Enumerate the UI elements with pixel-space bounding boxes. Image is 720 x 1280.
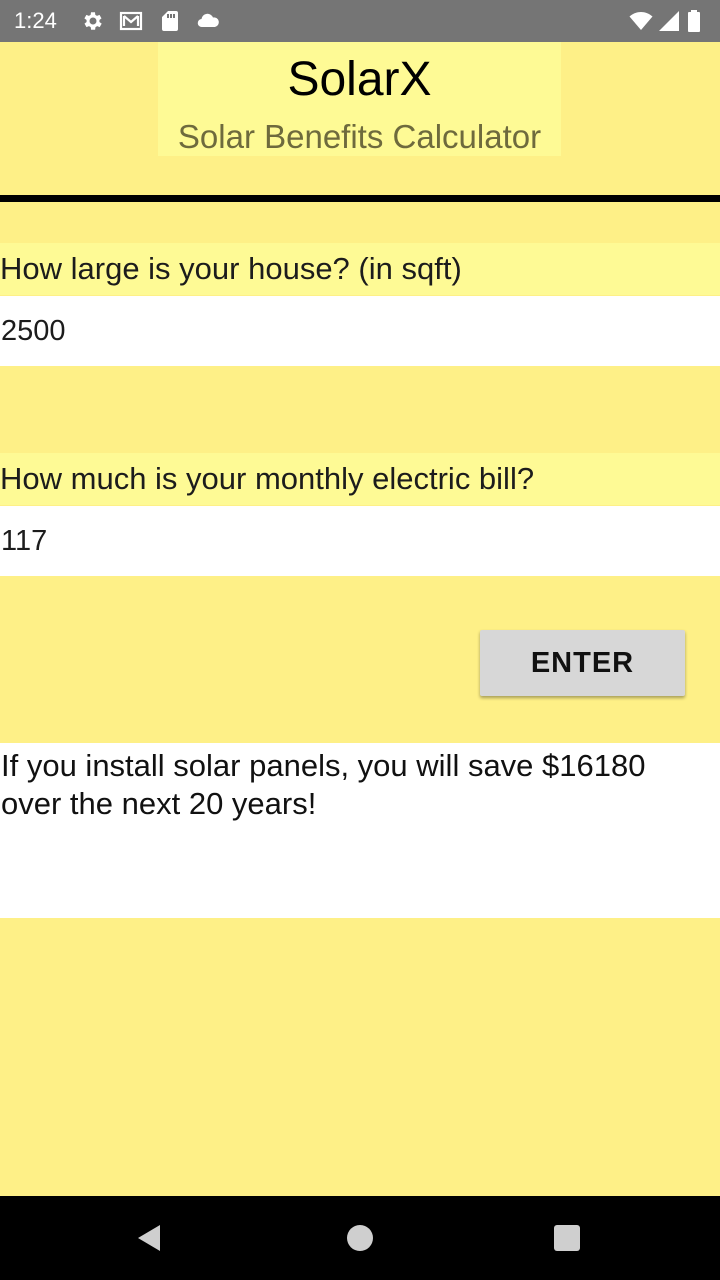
navigation-bar xyxy=(0,1196,720,1280)
back-icon[interactable] xyxy=(132,1220,168,1256)
header-divider xyxy=(0,195,720,202)
cell-signal-icon xyxy=(657,9,681,33)
battery-icon xyxy=(686,9,702,33)
electric-bill-input[interactable] xyxy=(0,506,720,576)
house-size-label: How large is your house? (in sqft) xyxy=(0,243,720,295)
enter-button[interactable]: ENTER xyxy=(480,630,685,696)
gmail-icon xyxy=(119,9,143,33)
savings-result-text: If you install solar panels, you will sa… xyxy=(1,748,646,821)
house-size-input[interactable] xyxy=(0,296,720,366)
status-bar: 1:24 xyxy=(0,0,720,42)
app-header: SolarX Solar Benefits Calculator xyxy=(0,42,720,195)
result-panel: If you install solar panels, you will sa… xyxy=(0,743,720,918)
recents-icon[interactable] xyxy=(549,1220,585,1256)
electric-bill-label: How much is your monthly electric bill? xyxy=(0,453,720,505)
wifi-icon xyxy=(629,9,653,33)
title-block: SolarX Solar Benefits Calculator xyxy=(158,42,561,156)
app-title: SolarX xyxy=(287,53,432,106)
app-subtitle: Solar Benefits Calculator xyxy=(177,118,542,155)
cloud-icon xyxy=(196,9,220,33)
sd-card-icon xyxy=(158,9,182,33)
home-icon[interactable] xyxy=(342,1220,378,1256)
status-time: 1:24 xyxy=(14,8,57,33)
gear-icon xyxy=(81,9,105,33)
